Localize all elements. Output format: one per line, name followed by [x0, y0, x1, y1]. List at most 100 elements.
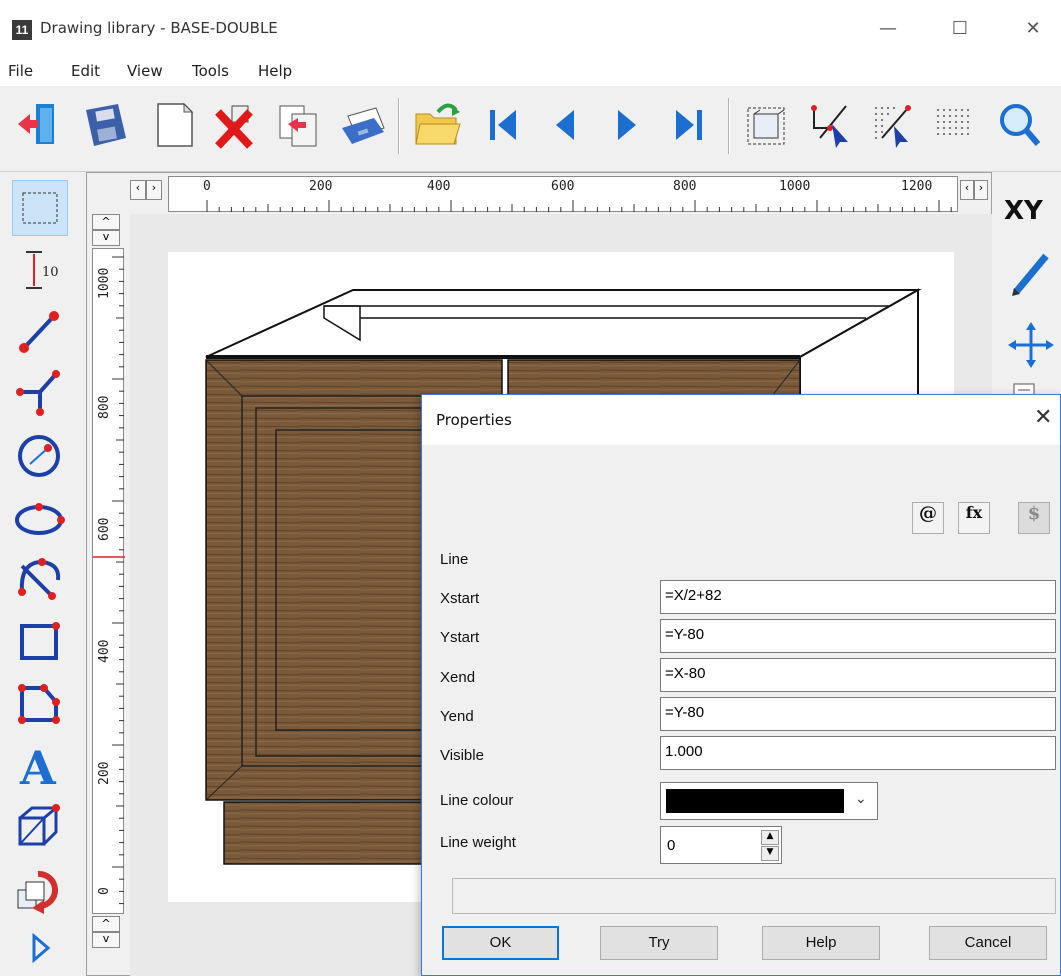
svg-text:A: A — [19, 741, 57, 792]
dialog-title-bar: Properties ✕ — [422, 395, 1060, 445]
left-tool-strip: 10 A — [0, 172, 86, 976]
ruler-label: 800 — [673, 179, 697, 194]
menu-file[interactable]: File — [8, 62, 33, 80]
ruler-label: 200 — [97, 761, 112, 785]
visible-label: Visible — [440, 747, 484, 764]
zoom-icon[interactable] — [994, 98, 1044, 152]
main-toolbar — [0, 86, 1061, 172]
previous-icon[interactable] — [540, 98, 590, 152]
marquee-select-icon[interactable] — [12, 180, 68, 236]
minimize-button[interactable]: — — [873, 14, 903, 44]
window-title: Drawing library - BASE-DOUBLE — [40, 19, 278, 37]
exit-icon[interactable] — [14, 98, 64, 152]
close-button[interactable]: ✕ — [1018, 14, 1048, 44]
ruler-label: 1000 — [97, 267, 112, 299]
ruler-label: 400 — [97, 639, 112, 663]
menu-tools[interactable]: Tools — [192, 62, 229, 80]
yend-label: Yend — [440, 708, 474, 725]
delete-icon[interactable] — [210, 98, 260, 152]
ruler-scroll-down-button-2[interactable]: v — [92, 932, 120, 948]
menu-view[interactable]: View — [127, 62, 163, 80]
ystart-label: Ystart — [440, 629, 480, 646]
ruler-scroll-left-button-2[interactable]: ‹ — [960, 180, 974, 200]
line-tool-icon[interactable] — [12, 304, 68, 360]
ruler-label: 0 — [203, 179, 211, 194]
copy-icon[interactable] — [274, 98, 324, 152]
xend-field[interactable]: =X-80 — [660, 658, 1056, 692]
snap-grid-icon[interactable] — [868, 98, 918, 152]
ruler-scroll-up-button[interactable]: ^ — [92, 214, 120, 230]
cancel-button[interactable]: Cancel — [929, 926, 1047, 960]
line-weight-stepper[interactable]: 0 ▲ ▼ — [660, 826, 782, 864]
xend-label: Xend — [440, 669, 476, 686]
extra-tool-icon[interactable] — [12, 928, 68, 976]
first-icon[interactable] — [478, 98, 528, 152]
line-colour-label: Line colour — [440, 792, 514, 809]
vertical-ruler: 1000 800 600 400 200 0 — [92, 248, 125, 914]
at-icon[interactable]: @ — [912, 502, 944, 534]
visible-field[interactable]: 1.000 — [660, 736, 1056, 770]
title-bar: 11 Drawing library - BASE-DOUBLE — ☐ ✕ — [0, 0, 1061, 60]
status-area — [452, 878, 1056, 914]
ruler-label: 400 — [427, 179, 451, 194]
3d-box-icon[interactable] — [12, 800, 68, 856]
app-icon: 11 — [12, 20, 32, 40]
open-folder-icon[interactable] — [412, 98, 462, 152]
ruler-scroll-left-button[interactable]: ‹ — [130, 180, 146, 200]
help-button[interactable]: Help — [762, 926, 880, 960]
ruler-label: 600 — [551, 179, 575, 194]
last-icon[interactable] — [664, 98, 714, 152]
circle-tool-icon[interactable] — [12, 428, 68, 484]
ruler-scroll-up-button-2[interactable]: ^ — [92, 916, 120, 932]
maximize-button[interactable]: ☐ — [945, 14, 975, 44]
function-icon[interactable]: fx — [958, 502, 990, 534]
ystart-field[interactable]: =Y-80 — [660, 619, 1056, 653]
dialog-close-button[interactable]: ✕ — [1034, 405, 1052, 430]
ruler-scroll-right-button[interactable]: › — [146, 180, 162, 200]
ruler-scroll-right-button-2[interactable]: › — [974, 180, 988, 200]
ellipse-tool-icon[interactable] — [12, 490, 68, 546]
try-button[interactable]: Try — [600, 926, 718, 960]
print-icon[interactable] — [338, 98, 388, 152]
menu-bar: File Edit View Tools Help — [0, 60, 1061, 86]
line-weight-label: Line weight — [440, 834, 516, 851]
ruler-label: 1000 — [779, 179, 811, 194]
dialog-title: Properties — [436, 411, 512, 429]
stepper-down-button[interactable]: ▼ — [761, 846, 779, 861]
text-tool-icon[interactable]: A — [12, 738, 68, 795]
xstart-field[interactable]: =X/2+82 — [660, 580, 1056, 614]
rectangle-tool-icon[interactable] — [12, 614, 68, 670]
bounding-box-icon[interactable] — [742, 98, 792, 152]
toolbar-separator — [398, 98, 400, 154]
ruler-scroll-down-button[interactable]: v — [92, 230, 120, 246]
save-icon[interactable] — [80, 98, 130, 152]
svg-text:10: 10 — [42, 265, 59, 280]
rotate-object-icon[interactable] — [12, 862, 68, 918]
menu-help[interactable]: Help — [258, 62, 292, 80]
next-icon[interactable] — [602, 98, 652, 152]
pencil-icon[interactable] — [1006, 246, 1056, 300]
ok-button[interactable]: OK — [442, 926, 559, 960]
ruler-label: 600 — [97, 517, 112, 541]
dimension-icon[interactable]: 10 — [12, 242, 68, 298]
horizontal-ruler: 0 200 400 600 800 1000 1200 — [168, 176, 958, 212]
grid-icon[interactable] — [930, 98, 980, 152]
stepper-up-button[interactable]: ▲ — [761, 830, 779, 845]
move-icon[interactable] — [1006, 318, 1056, 372]
drawing-library-window: 11 Drawing library - BASE-DOUBLE — ☐ ✕ F… — [0, 0, 1061, 976]
menu-edit[interactable]: Edit — [71, 62, 100, 80]
new-page-icon[interactable] — [150, 98, 200, 152]
yend-field[interactable]: =Y-80 — [660, 697, 1056, 731]
coordinates-label[interactable]: XY — [1004, 196, 1043, 226]
line-colour-select[interactable]: ⌄ — [660, 782, 878, 820]
line-weight-value: 0 — [667, 837, 676, 854]
dollar-icon[interactable]: $ — [1018, 502, 1050, 534]
chevron-down-icon: ⌄ — [855, 791, 867, 807]
ruler-label: 1200 — [901, 179, 933, 194]
polygon-tool-icon[interactable] — [12, 676, 68, 732]
arc-tool-icon[interactable] — [12, 552, 68, 608]
select-arrow-icon[interactable] — [806, 98, 856, 152]
toolbar-separator — [728, 98, 730, 154]
section-label: Line — [440, 551, 469, 568]
polyline-tool-icon[interactable] — [12, 366, 68, 422]
